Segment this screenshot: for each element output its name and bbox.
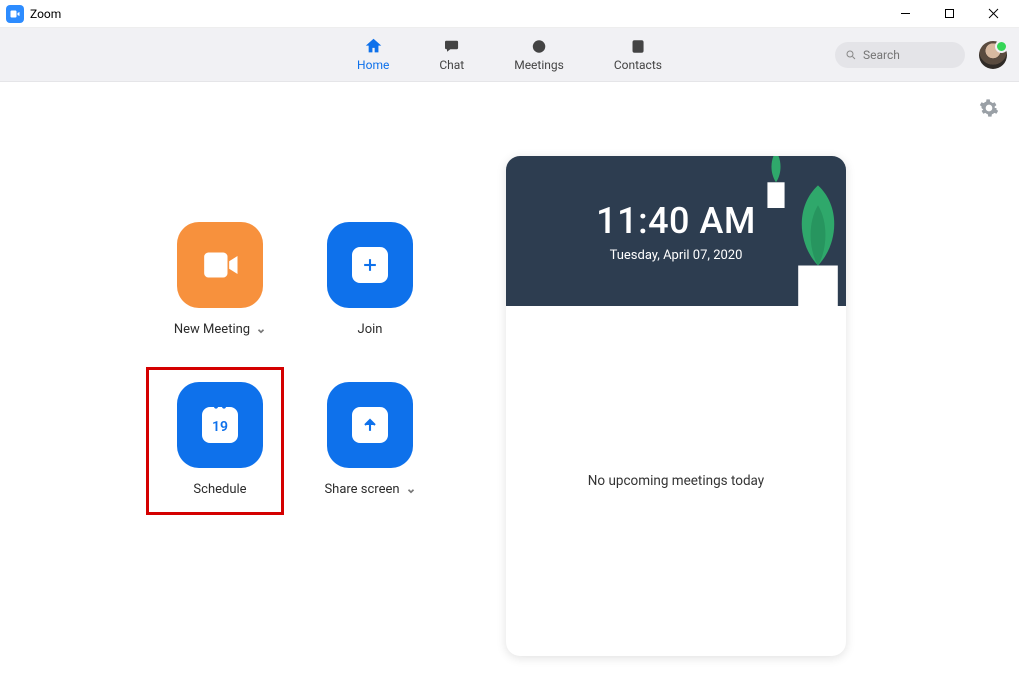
new-meeting-action: New Meeting [145, 222, 295, 382]
calendar-day: 19 [212, 419, 228, 435]
chevron-down-icon [256, 325, 266, 335]
contacts-icon [628, 37, 648, 55]
window-title: Zoom [30, 7, 883, 21]
gear-icon [979, 98, 999, 118]
new-meeting-button[interactable] [177, 222, 263, 308]
schedule-action: 19 Schedule [145, 382, 295, 542]
plant-decoration [782, 178, 846, 306]
action-label: Join [358, 322, 383, 337]
search-box[interactable] [835, 42, 965, 68]
nav-tabs: Home Chat Meetings Contacts [357, 28, 662, 81]
chevron-down-icon [406, 485, 416, 495]
settings-button[interactable] [979, 98, 999, 118]
share-screen-label-row[interactable]: Share screen [324, 482, 415, 497]
maximize-button[interactable] [927, 0, 971, 28]
action-grid: New Meeting Join 19 [145, 222, 445, 542]
nav-right [835, 41, 1007, 69]
close-button[interactable] [971, 0, 1015, 28]
new-meeting-label-row[interactable]: New Meeting [174, 322, 266, 337]
search-input[interactable] [863, 48, 943, 62]
avatar[interactable] [979, 41, 1007, 69]
content-area: New Meeting Join 19 [0, 82, 1019, 674]
join-button[interactable] [327, 222, 413, 308]
share-screen-button[interactable] [327, 382, 413, 468]
minimize-button[interactable] [883, 0, 927, 28]
action-label: Share screen [324, 482, 399, 497]
home-icon [363, 37, 383, 55]
tab-label: Meetings [514, 58, 564, 72]
tab-chat[interactable]: Chat [439, 37, 464, 72]
chat-icon [442, 37, 462, 55]
window-controls [883, 0, 1015, 28]
tab-label: Home [357, 58, 389, 72]
empty-meetings-message: No upcoming meetings today [588, 473, 764, 489]
action-label: Schedule [193, 482, 246, 497]
arrow-up-icon [352, 407, 388, 443]
share-screen-action: Share screen [295, 382, 445, 542]
tab-label: Chat [439, 58, 464, 72]
app-icon [6, 5, 24, 23]
tab-label: Contacts [614, 58, 662, 72]
schedule-button[interactable]: 19 [177, 382, 263, 468]
search-icon [845, 49, 857, 61]
card-body: No upcoming meetings today [506, 306, 846, 656]
tab-contacts[interactable]: Contacts [614, 37, 662, 72]
meetings-card: 11:40 AM Tuesday, April 07, 2020 No upco… [506, 156, 846, 656]
tab-home[interactable]: Home [357, 37, 389, 72]
video-icon [200, 245, 240, 285]
title-bar: Zoom [0, 0, 1019, 28]
card-hero: 11:40 AM Tuesday, April 07, 2020 [506, 156, 846, 306]
clock-icon [529, 37, 549, 55]
action-label: New Meeting [174, 322, 250, 337]
plus-square-icon [352, 247, 388, 283]
tab-meetings[interactable]: Meetings [514, 37, 564, 72]
nav-bar: Home Chat Meetings Contacts [0, 28, 1019, 82]
clock-date: Tuesday, April 07, 2020 [610, 248, 743, 263]
calendar-icon: 19 [202, 407, 238, 443]
join-action: Join [295, 222, 445, 382]
clock-time: 11:40 AM [596, 200, 756, 242]
